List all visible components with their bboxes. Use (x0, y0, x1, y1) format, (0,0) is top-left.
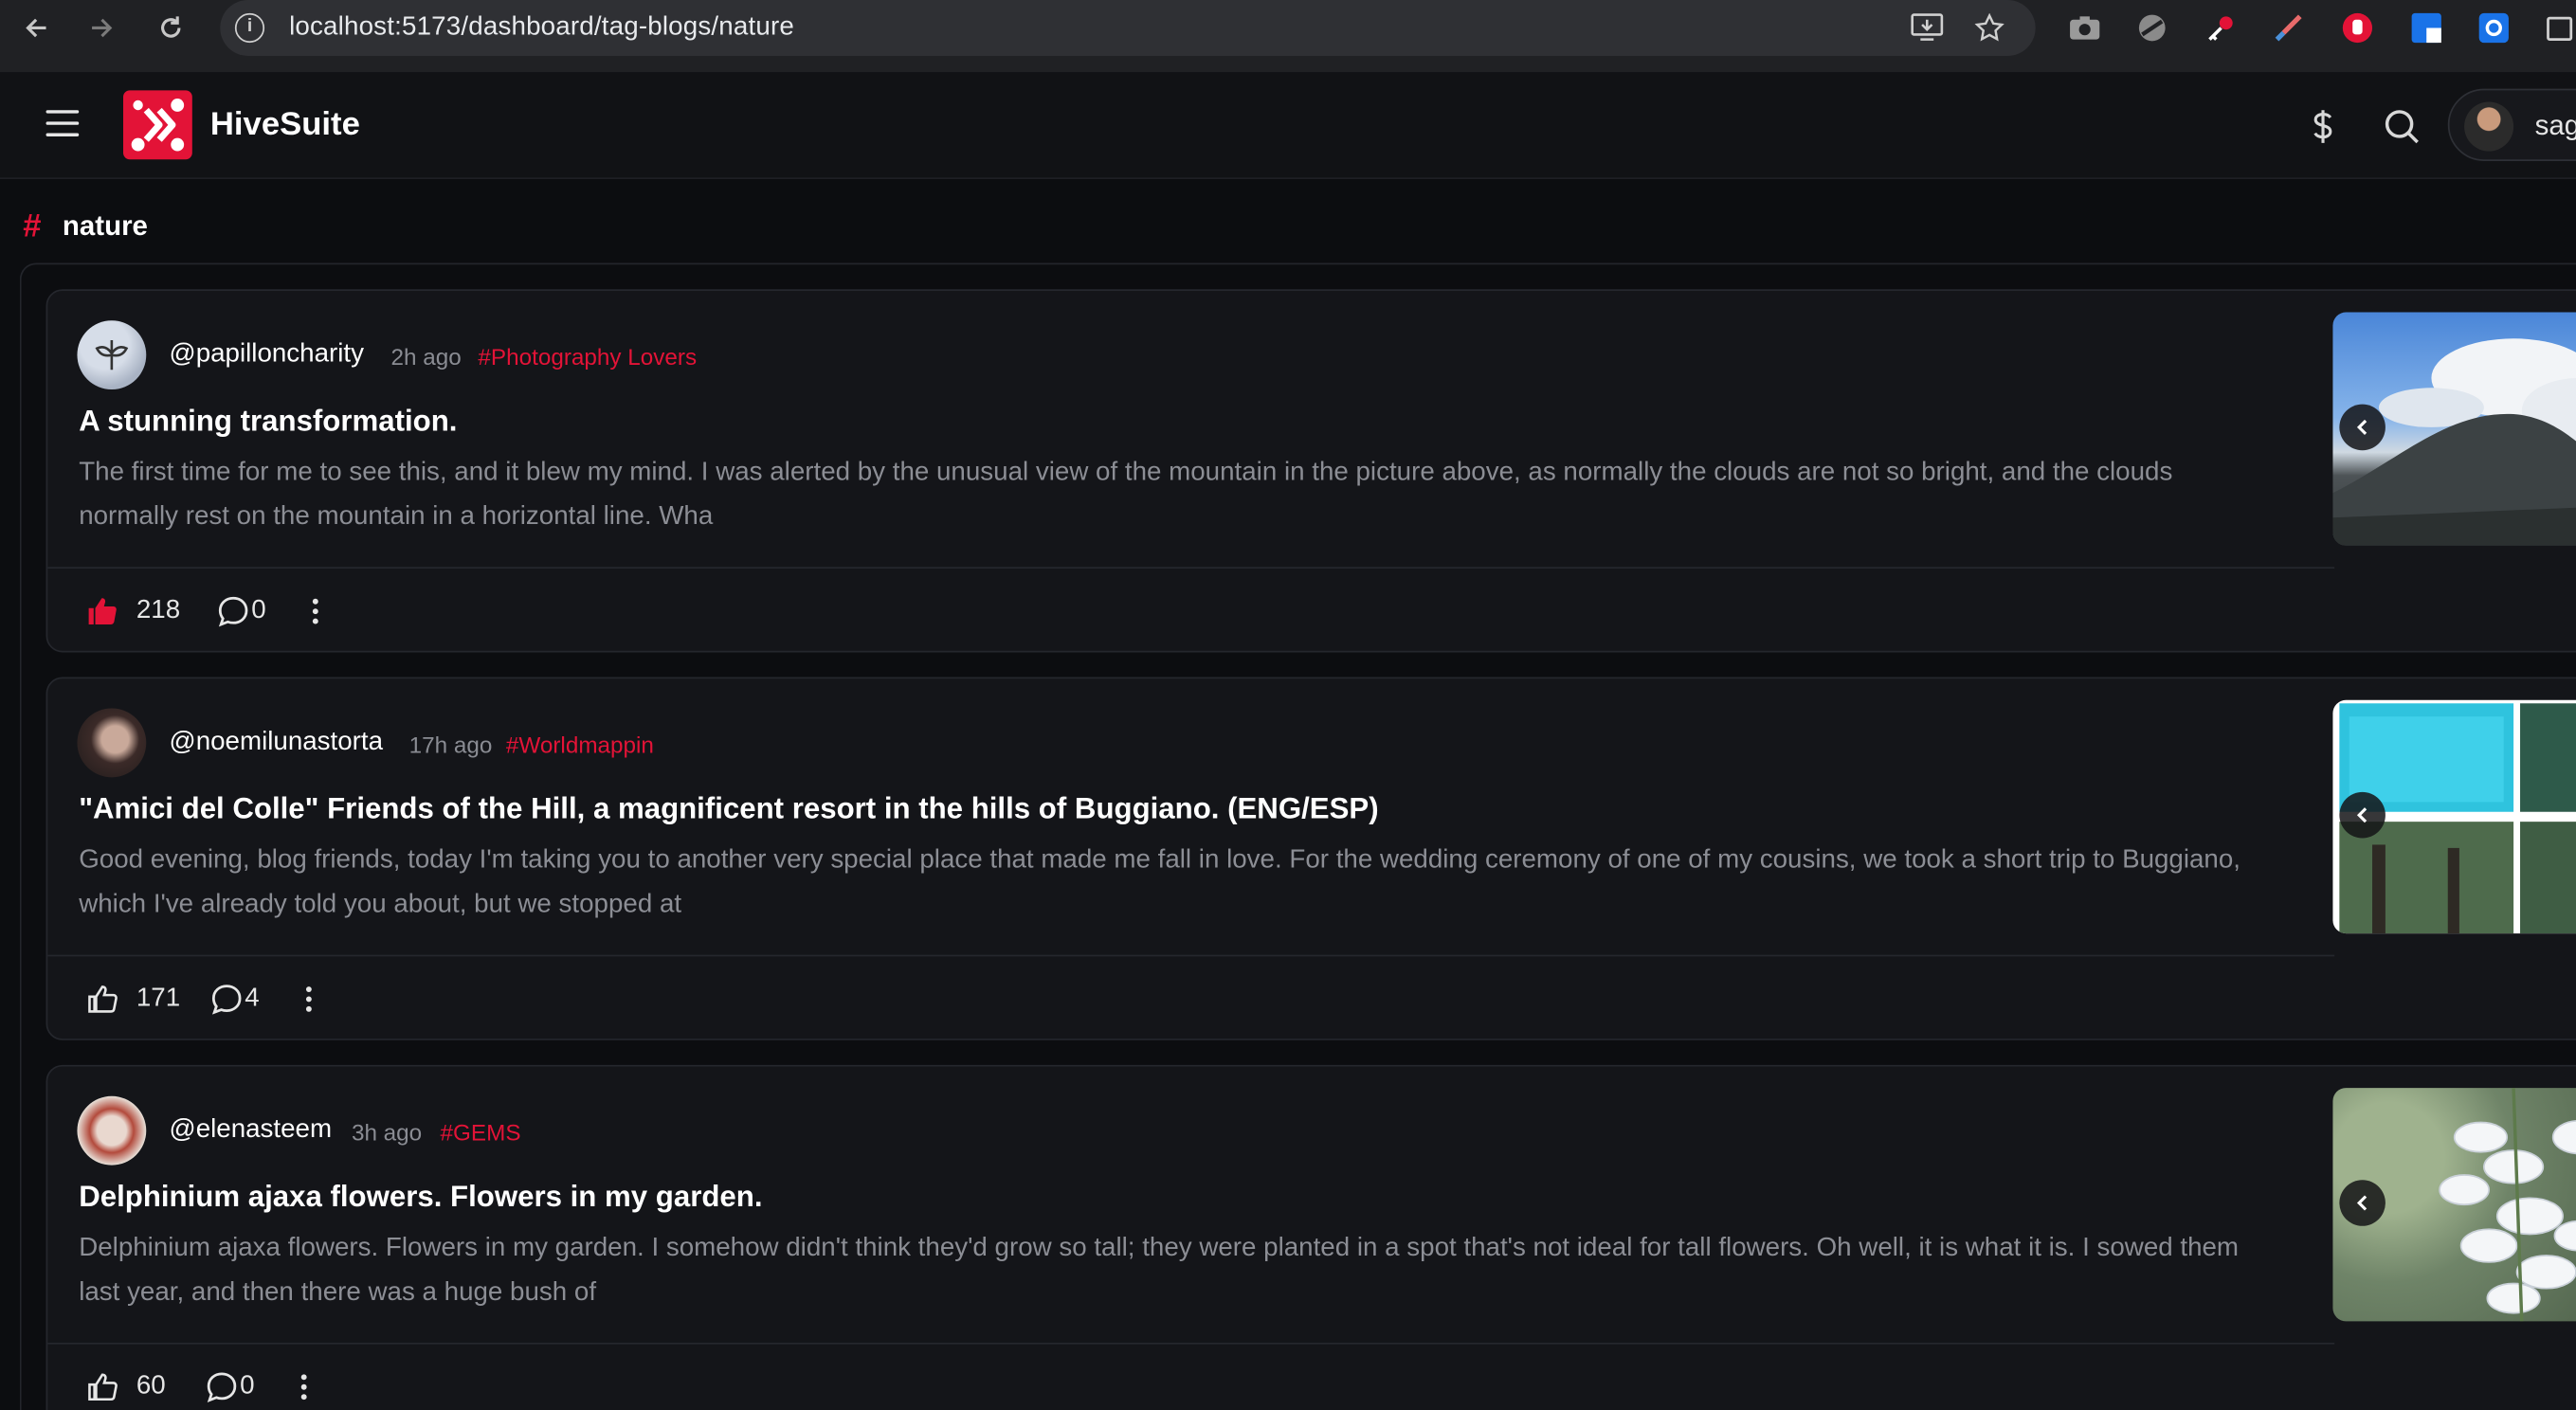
card-divider (47, 567, 2335, 569)
site-info-icon[interactable]: i (234, 12, 265, 44)
upvote-button[interactable]: 171 (85, 978, 180, 1021)
key-extension-icon[interactable] (2202, 9, 2241, 48)
post-thumbnail[interactable] (2332, 699, 2576, 934)
vote-count: 60 (136, 1372, 166, 1401)
tag-title: nature (62, 209, 148, 242)
bookmark-star-icon[interactable] (1971, 9, 2007, 45)
more-options-icon[interactable] (296, 1365, 312, 1408)
comments-button[interactable]: 0 (206, 1365, 255, 1408)
hand-stop-extension-icon[interactable] (2338, 9, 2378, 48)
card-divider (47, 1342, 2335, 1345)
extensions-puzzle-icon[interactable] (2540, 9, 2576, 48)
forward-icon[interactable] (79, 9, 125, 45)
carousel-prev-button[interactable] (2339, 1180, 2386, 1226)
thumbs-up-icon (88, 1373, 118, 1401)
user-name: sag (2534, 110, 2576, 142)
search-icon[interactable] (2381, 105, 2423, 148)
author-avatar[interactable] (77, 708, 147, 778)
hivesuite-logo[interactable] (123, 90, 192, 160)
more-options-icon[interactable] (307, 590, 323, 633)
comment-icon (211, 985, 242, 1015)
post-card[interactable]: @papilloncharity 2h ago #Photography Lov… (45, 289, 2576, 653)
blocked-extension-icon[interactable] (2132, 9, 2172, 48)
comments-button[interactable]: 4 (210, 978, 260, 1021)
post-author[interactable]: @noemilunastorta (170, 728, 384, 757)
post-excerpt[interactable]: Delphinium ajaxa flowers. Flowers in my … (79, 1228, 2263, 1315)
post-card[interactable]: @elenasteem 3h ago #GEMS Delphinium ajax… (45, 1064, 2576, 1410)
post-title[interactable]: Delphinium ajaxa flowers. Flowers in my … (79, 1180, 762, 1214)
comment-count: 4 (245, 984, 260, 1013)
chevron-left-icon (2356, 1195, 2367, 1211)
back-icon[interactable] (13, 9, 60, 45)
comment-count: 0 (251, 596, 266, 625)
app-header: HiveSuite sag (0, 72, 2576, 180)
post-card[interactable]: @noemilunastorta 17h ago #Worldmappin "A… (45, 677, 2576, 1040)
brush-extension-icon[interactable] (2269, 9, 2309, 48)
camera-extension-icon[interactable] (2065, 9, 2105, 48)
post-community[interactable]: #GEMS (441, 1119, 521, 1146)
comment-icon (218, 596, 248, 627)
carousel-prev-button[interactable] (2339, 791, 2386, 839)
thumbs-up-icon (88, 985, 118, 1013)
chevron-left-icon (2356, 419, 2367, 435)
post-community[interactable]: #Worldmappin (506, 732, 654, 758)
post-time: 17h ago (408, 731, 493, 758)
post-excerpt[interactable]: Good evening, blog friends, today I'm ta… (79, 840, 2263, 927)
install-app-icon[interactable] (1909, 9, 1945, 45)
post-thumbnail[interactable] (2332, 1088, 2576, 1322)
post-title[interactable]: A stunning transformation. (79, 405, 457, 439)
vote-count: 218 (136, 596, 181, 625)
post-time: 3h ago (351, 1119, 423, 1146)
more-options-icon[interactable] (300, 978, 317, 1021)
post-excerpt[interactable]: The first time for me to see this, and i… (79, 452, 2263, 539)
menu-icon[interactable] (45, 110, 80, 139)
upvote-button[interactable]: 218 (85, 590, 180, 633)
url-text: localhost:5173/dashboard/tag-blogs/natur… (289, 12, 794, 42)
comment-icon (207, 1372, 237, 1402)
chevron-left-icon (2356, 807, 2367, 823)
shield-extension-icon[interactable] (2406, 9, 2446, 48)
comments-button[interactable]: 0 (217, 590, 266, 633)
post-author[interactable]: @papilloncharity (170, 340, 364, 370)
browser-toolbar: i localhost:5173/dashboard/tag-blogs/nat… (0, 0, 2576, 73)
address-bar[interactable]: i localhost:5173/dashboard/tag-blogs/nat… (220, 0, 2036, 56)
upvote-button[interactable]: 60 (85, 1365, 166, 1408)
wallet-dollar-icon[interactable] (2301, 105, 2344, 148)
user-menu-button[interactable]: sag (2447, 88, 2576, 161)
comment-count: 0 (240, 1372, 255, 1401)
hashtag-icon: # (23, 208, 42, 245)
gear-extension-icon[interactable] (2475, 9, 2514, 48)
carousel-prev-button[interactable] (2339, 404, 2386, 451)
post-author[interactable]: @elenasteem (170, 1116, 333, 1146)
card-divider (47, 954, 2335, 957)
vote-count: 171 (136, 984, 181, 1013)
brand-name: HiveSuite (209, 106, 360, 143)
post-title[interactable]: "Amici del Colle" Friends of the Hill, a… (79, 792, 1378, 826)
author-avatar[interactable] (77, 1095, 147, 1166)
author-avatar[interactable] (77, 320, 147, 390)
thumbs-up-filled-icon (88, 598, 117, 625)
user-avatar (2464, 101, 2514, 152)
post-community[interactable]: #Photography Lovers (478, 343, 697, 370)
post-thumbnail[interactable] (2332, 312, 2576, 546)
reload-icon[interactable] (148, 9, 194, 45)
post-time: 2h ago (390, 343, 462, 371)
